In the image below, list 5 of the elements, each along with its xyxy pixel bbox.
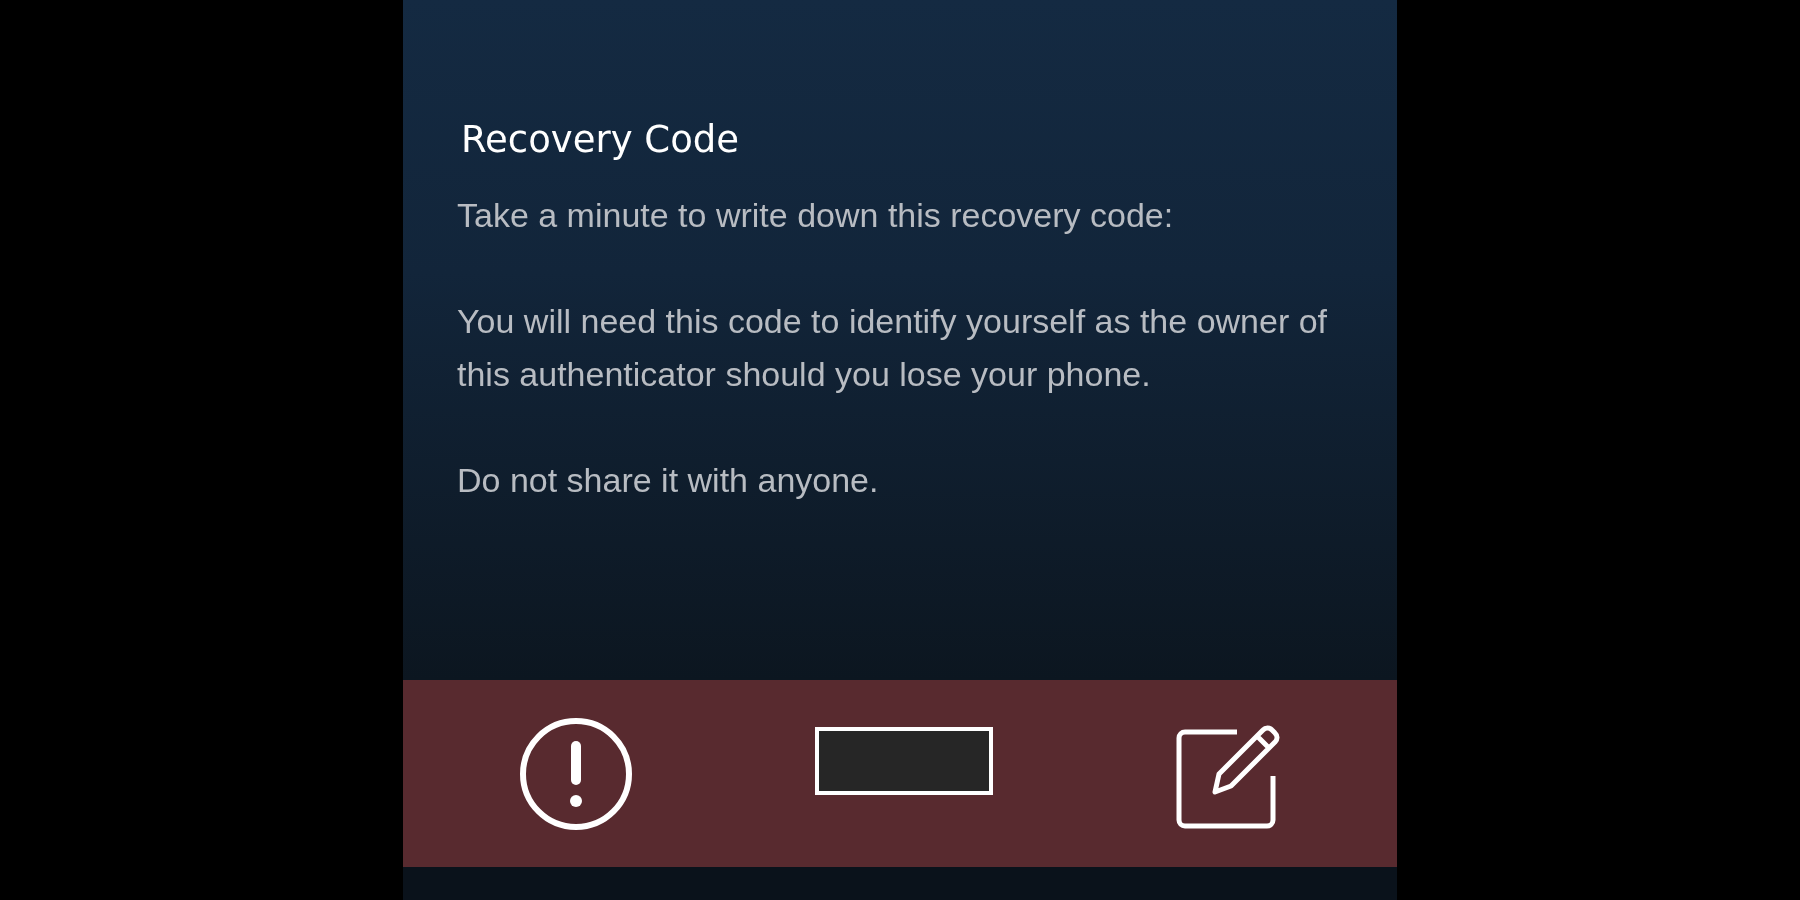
message-text: Do not share it with anyone. bbox=[457, 460, 880, 501]
alert-icon[interactable] bbox=[519, 716, 633, 831]
dialog-title: Recovery Code bbox=[461, 118, 741, 161]
message-text: Take a minute to write down this recovery code: bbox=[457, 195, 1175, 236]
message-text: You will need this code to identify yourself as the owner of this authenticator should you lose your phone. bbox=[457, 301, 1329, 395]
